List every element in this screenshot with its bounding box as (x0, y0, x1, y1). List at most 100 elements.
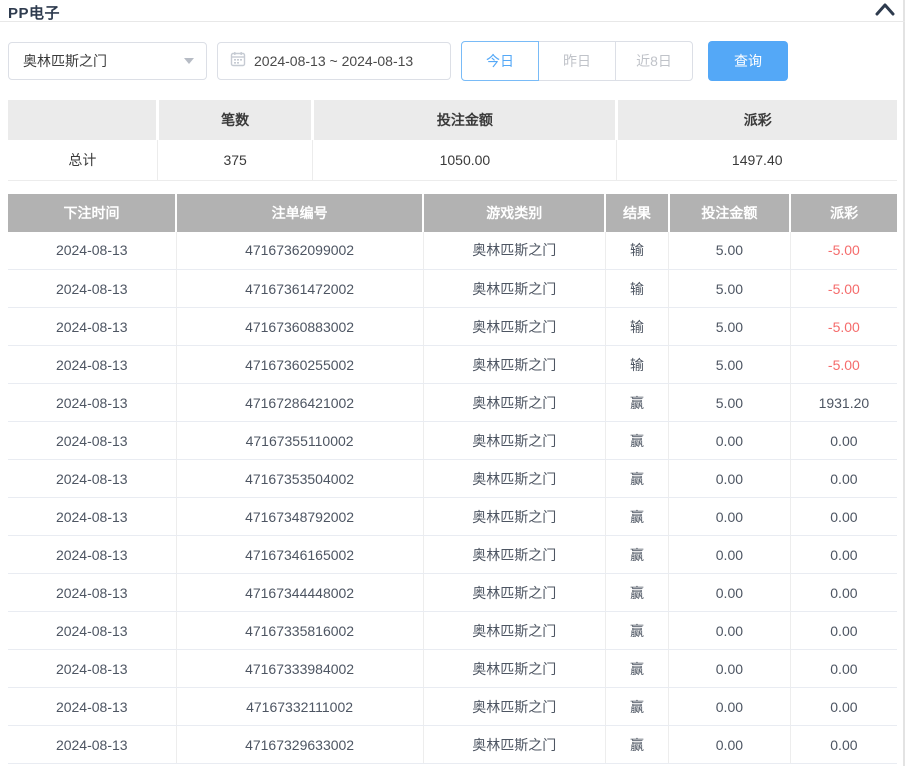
cell-result: 赢 (605, 498, 668, 536)
cell-bet-amount: 0.00 (669, 574, 791, 612)
cell-bet-amount: 0.00 (669, 688, 791, 726)
cell-game-type: 奥林匹斯之门 (423, 232, 605, 270)
table-row: 2024-08-13 47167353504002 奥林匹斯之门 赢 0.00 … (8, 460, 897, 498)
game-select-value: 奥林匹斯之门 (23, 51, 184, 71)
cell-payout: 0.00 (790, 574, 897, 612)
summary-header-row: 笔数 投注金额 派彩 (8, 100, 897, 140)
summary-header-payout: 派彩 (617, 100, 897, 140)
caret-down-icon (184, 58, 194, 64)
cell-order-no: 47167355110002 (176, 422, 423, 460)
pp-electronics-panel: PP电子 奥林匹斯之门 (0, 0, 905, 766)
cell-bet-amount: 0.00 (669, 422, 791, 460)
cell-bet-time: 2024-08-13 (8, 308, 176, 346)
cell-order-no: 47167361472002 (176, 270, 423, 308)
cell-order-no: 47167360883002 (176, 308, 423, 346)
collapse-panel-button[interactable] (875, 2, 895, 18)
cell-bet-amount: 5.00 (669, 384, 791, 422)
cell-result: 输 (605, 308, 668, 346)
quick-date-button-group: 今日 昨日 近8日 (461, 41, 693, 81)
cell-result: 赢 (605, 688, 668, 726)
panel-header: PP电子 (0, 0, 905, 22)
cell-result: 输 (605, 346, 668, 384)
cell-payout: 0.00 (790, 498, 897, 536)
cell-bet-amount: 5.00 (669, 270, 791, 308)
summary-total-bet-amount: 1050.00 (313, 140, 617, 180)
col-header-order-no: 注单编号 (176, 194, 423, 232)
cell-bet-time: 2024-08-13 (8, 650, 176, 688)
cell-order-no: 47167362099002 (176, 232, 423, 270)
cell-payout: -5.00 (790, 308, 897, 346)
cell-payout: 0.00 (790, 688, 897, 726)
cell-bet-amount: 0.00 (669, 498, 791, 536)
last-8-days-button[interactable]: 近8日 (615, 41, 693, 81)
cell-bet-amount: 5.00 (669, 346, 791, 384)
cell-bet-amount: 5.00 (669, 232, 791, 270)
col-header-result: 结果 (605, 194, 668, 232)
cell-game-type: 奥林匹斯之门 (423, 270, 605, 308)
cell-bet-time: 2024-08-13 (8, 688, 176, 726)
table-row: 2024-08-13 47167329633002 奥林匹斯之门 赢 0.00 … (8, 726, 897, 764)
cell-result: 输 (605, 232, 668, 270)
cell-bet-time: 2024-08-13 (8, 536, 176, 574)
col-header-bet-amount: 投注金额 (669, 194, 791, 232)
summary-total-row: 总计 375 1050.00 1497.40 (8, 140, 897, 180)
table-row: 2024-08-13 47167332111002 奥林匹斯之门 赢 0.00 … (8, 688, 897, 726)
yesterday-button[interactable]: 昨日 (538, 41, 616, 81)
cell-game-type: 奥林匹斯之门 (423, 688, 605, 726)
date-range-value: 2024-08-13 ~ 2024-08-13 (254, 53, 413, 69)
cell-bet-time: 2024-08-13 (8, 574, 176, 612)
cell-order-no: 47167333984002 (176, 650, 423, 688)
bet-table-header-row: 下注时间 注单编号 游戏类别 结果 投注金额 派彩 (8, 194, 897, 232)
cell-payout: 0.00 (790, 460, 897, 498)
cell-order-no: 47167329633002 (176, 726, 423, 764)
bet-table-body: 2024-08-13 47167362099002 奥林匹斯之门 输 5.00 … (8, 232, 897, 764)
cell-payout: 0.00 (790, 650, 897, 688)
summary-table: 笔数 投注金额 派彩 总计 375 1050.00 1497.40 (8, 100, 897, 181)
cell-result: 赢 (605, 422, 668, 460)
cell-order-no: 47167353504002 (176, 460, 423, 498)
cell-order-no: 47167348792002 (176, 498, 423, 536)
cell-bet-time: 2024-08-13 (8, 460, 176, 498)
cell-result: 赢 (605, 612, 668, 650)
table-row: 2024-08-13 47167348792002 奥林匹斯之门 赢 0.00 … (8, 498, 897, 536)
table-row: 2024-08-13 47167344448002 奥林匹斯之门 赢 0.00 … (8, 574, 897, 612)
cell-result: 赢 (605, 536, 668, 574)
cell-payout: 0.00 (790, 612, 897, 650)
table-row: 2024-08-13 47167362099002 奥林匹斯之门 输 5.00 … (8, 232, 897, 270)
cell-game-type: 奥林匹斯之门 (423, 422, 605, 460)
cell-bet-amount: 0.00 (669, 612, 791, 650)
cell-bet-time: 2024-08-13 (8, 270, 176, 308)
cell-bet-time: 2024-08-13 (8, 726, 176, 764)
cell-bet-amount: 0.00 (669, 460, 791, 498)
chevron-up-icon (875, 4, 895, 19)
cell-order-no: 47167344448002 (176, 574, 423, 612)
cell-result: 赢 (605, 574, 668, 612)
cell-order-no: 47167286421002 (176, 384, 423, 422)
game-select[interactable]: 奥林匹斯之门 (8, 42, 207, 80)
cell-game-type: 奥林匹斯之门 (423, 384, 605, 422)
cell-bet-amount: 0.00 (669, 650, 791, 688)
col-header-payout: 派彩 (790, 194, 897, 232)
summary-total-payout: 1497.40 (617, 140, 897, 180)
calendar-icon (230, 51, 246, 72)
summary-header-bet-amount: 投注金额 (313, 100, 617, 140)
cell-payout: -5.00 (790, 270, 897, 308)
today-button[interactable]: 今日 (461, 41, 539, 81)
cell-result: 赢 (605, 460, 668, 498)
search-button[interactable]: 查询 (708, 41, 788, 81)
col-header-bet-time: 下注时间 (8, 194, 176, 232)
table-row: 2024-08-13 47167333984002 奥林匹斯之门 赢 0.00 … (8, 650, 897, 688)
date-range-picker[interactable]: 2024-08-13 ~ 2024-08-13 (217, 42, 451, 80)
bet-records-table: 下注时间 注单编号 游戏类别 结果 投注金额 派彩 2024-08-13 471… (8, 194, 897, 765)
cell-result: 输 (605, 270, 668, 308)
cell-order-no: 47167332111002 (176, 688, 423, 726)
table-row: 2024-08-13 47167360255002 奥林匹斯之门 输 5.00 … (8, 346, 897, 384)
cell-bet-amount: 0.00 (669, 726, 791, 764)
cell-payout: -5.00 (790, 232, 897, 270)
cell-order-no: 47167360255002 (176, 346, 423, 384)
table-row: 2024-08-13 47167355110002 奥林匹斯之门 赢 0.00 … (8, 422, 897, 460)
cell-result: 赢 (605, 650, 668, 688)
summary-total-label: 总计 (8, 140, 157, 180)
page-title: PP电子 (8, 5, 60, 22)
cell-order-no: 47167335816002 (176, 612, 423, 650)
